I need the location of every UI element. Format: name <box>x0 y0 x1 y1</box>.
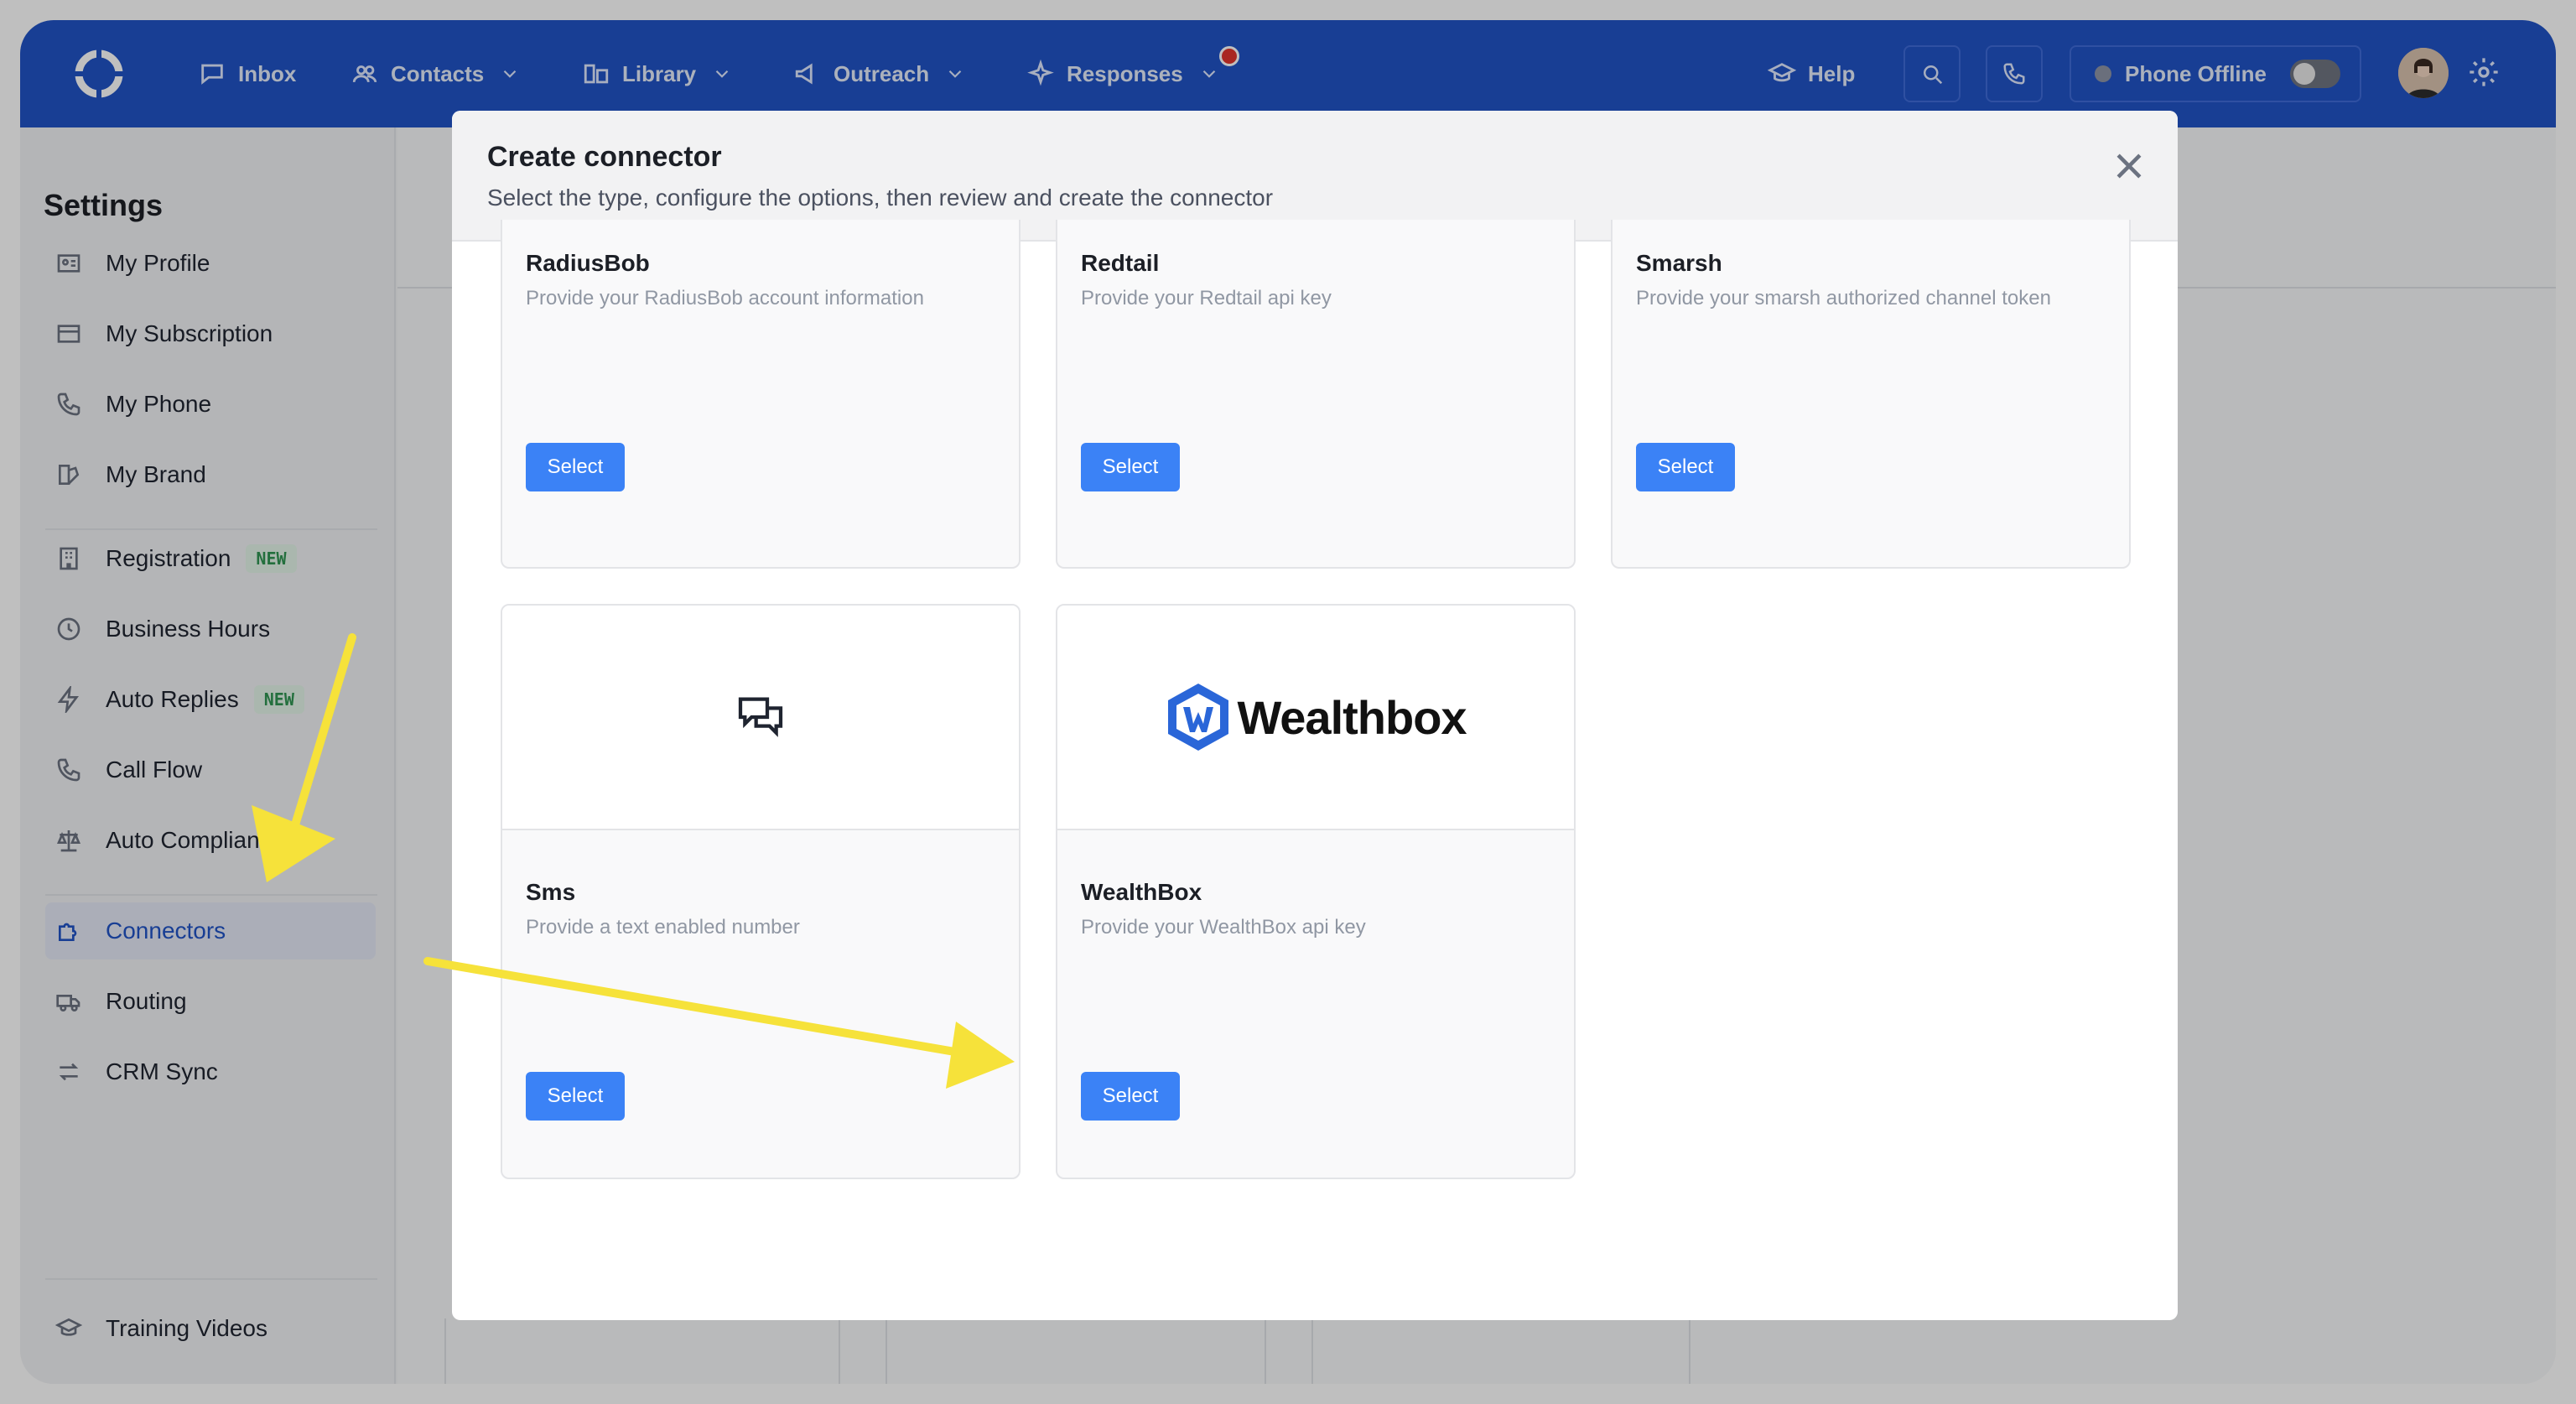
select-wealthbox-button[interactable]: Select <box>1081 1072 1180 1121</box>
card-desc: Provide your RadiusBob account informati… <box>526 287 924 309</box>
connector-card-smarsh: Smarsh Provide your smarsh authorized ch… <box>1611 220 2131 569</box>
card-logo: Wealthbox <box>1057 606 1574 830</box>
card-name: Sms <box>526 879 576 905</box>
connector-card-radiusbob: RadiusBob Provide your RadiusBob account… <box>501 220 1021 569</box>
modal-subtitle: Select the type, configure the options, … <box>487 185 1274 211</box>
card-desc: Provide your Redtail api key <box>1081 287 1332 309</box>
card-name: WealthBox <box>1081 879 1202 905</box>
connector-card-redtail: Redtail Provide your Redtail api key Sel… <box>1056 220 1576 569</box>
card-name: RadiusBob <box>526 250 650 276</box>
wealthbox-logo-icon <box>1168 684 1229 751</box>
chat-bubbles-icon <box>738 697 783 737</box>
card-name: Smarsh <box>1636 250 1722 276</box>
create-connector-modal: Create connector Select the type, config… <box>452 111 2178 1320</box>
select-redtail-button[interactable]: Select <box>1081 443 1180 491</box>
wealthbox-logo-text: Wealthbox <box>1237 690 1467 744</box>
card-desc: Provide your WealthBox api key <box>1081 916 1366 939</box>
select-smarsh-button[interactable]: Select <box>1636 443 1735 491</box>
connector-card-wealthbox: Wealthbox WealthBox Provide your WealthB… <box>1056 604 1576 1179</box>
select-sms-button[interactable]: Select <box>526 1072 625 1121</box>
close-icon[interactable] <box>2111 148 2148 185</box>
card-desc: Provide a text enabled number <box>526 916 800 939</box>
card-logo <box>502 606 1019 830</box>
card-name: Redtail <box>1081 250 1160 276</box>
connector-card-sms: Sms Provide a text enabled number Select <box>501 604 1021 1179</box>
card-desc: Provide your smarsh authorized channel t… <box>1636 287 2051 309</box>
select-radiusbob-button[interactable]: Select <box>526 443 625 491</box>
modal-title: Create connector <box>487 141 722 173</box>
